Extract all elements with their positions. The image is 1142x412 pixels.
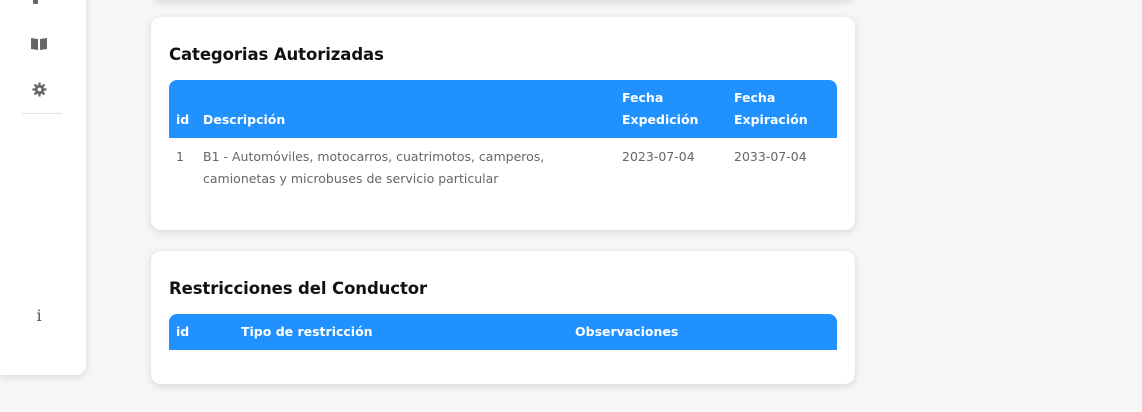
header-id: id xyxy=(169,80,196,138)
sidebar: i xyxy=(0,0,86,375)
cell-descripcion: B1 - Automóviles, motocarros, cuatrimoto… xyxy=(196,138,615,190)
share-icon-svg xyxy=(33,0,38,4)
header-fecha-expiracion-line1: Fecha xyxy=(734,90,776,105)
cell-fecha-expiracion: 2033-07-04 xyxy=(734,149,807,164)
categorias-header-row: id Descripción Fecha Expedición Fecha Expi… xyxy=(169,80,837,138)
gear-icon-svg xyxy=(31,81,47,97)
sidebar-divider xyxy=(22,113,62,114)
header-fecha-expiracion-line2: Expiración xyxy=(734,112,808,127)
cell-descripcion-line1: B1 - Automóviles, motocarros, cuatrimoto… xyxy=(203,149,545,164)
header-id: id xyxy=(169,314,234,350)
restricciones-table: id Tipo de restricción Observaciones xyxy=(169,314,837,350)
cell-descripcion-line2: camionetas y microbuses de servicio part… xyxy=(203,171,499,186)
header-fecha-expedicion-line1: Fecha xyxy=(622,90,664,105)
cell-id: 1 xyxy=(176,149,184,164)
book-icon-svg xyxy=(31,38,47,50)
header-fecha-expedicion: Fecha Expedición xyxy=(615,80,727,138)
restricciones-card: Restricciones del Conductor id Tipo de r… xyxy=(151,251,855,384)
header-fecha-expiracion: Fecha Expiración xyxy=(727,80,837,138)
restricciones-header-row: id Tipo de restricción Observaciones xyxy=(169,314,837,350)
table-row: 1 B1 - Automóviles, motocarros, cuatrimo… xyxy=(169,138,837,190)
categorias-title: Categorias Autorizadas xyxy=(169,45,384,64)
header-tipo-restriccion: Tipo de restricción xyxy=(234,314,568,350)
header-observaciones: Observaciones xyxy=(568,314,837,350)
book-icon[interactable] xyxy=(28,33,50,55)
header-fecha-expedicion-line2: Expedición xyxy=(622,112,699,127)
share-icon[interactable] xyxy=(28,0,50,12)
info-icon[interactable]: i xyxy=(28,304,50,326)
header-descripcion: Descripción xyxy=(196,80,615,138)
cell-fecha-expedicion: 2023-07-04 xyxy=(622,149,695,164)
categorias-table: id Descripción Fecha Expedición Fecha Expi… xyxy=(169,80,837,190)
restricciones-title: Restricciones del Conductor xyxy=(169,279,428,298)
categorias-card: Categorias Autorizadas id Descripción Fe… xyxy=(151,17,855,230)
gear-icon[interactable] xyxy=(28,78,50,100)
